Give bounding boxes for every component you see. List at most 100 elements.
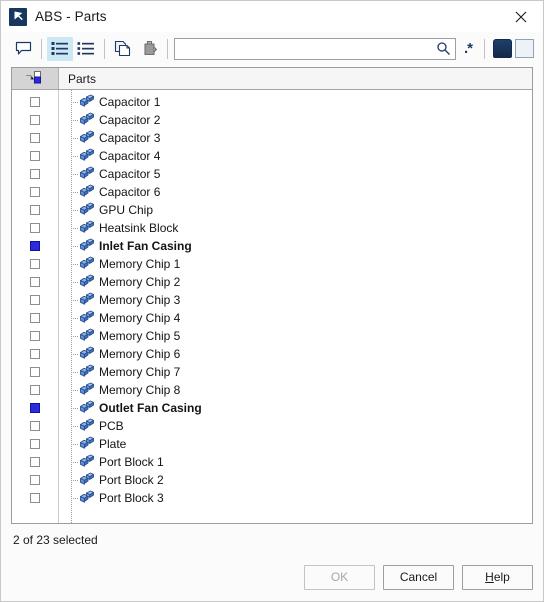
row-checkbox-cell[interactable]: [12, 435, 58, 453]
header-select-all-cell[interactable]: [12, 68, 59, 89]
row-checkbox-cell[interactable]: [12, 345, 58, 363]
row-checkbox-cell[interactable]: [12, 237, 58, 255]
tree-branch-icon: [65, 201, 79, 219]
toolbar-separator: [41, 38, 42, 59]
list-simple-icon[interactable]: [73, 37, 99, 61]
list-item-label: Capacitor 5: [99, 167, 161, 181]
list-item[interactable]: Port Block 2: [59, 471, 532, 489]
row-checkbox-cell[interactable]: [12, 327, 58, 345]
list-item[interactable]: Port Block 1: [59, 453, 532, 471]
tree-branch-icon: [65, 111, 79, 129]
checkbox-unchecked-icon[interactable]: [30, 493, 40, 503]
rows-column: Capacitor 1 Capacitor 2 Capacitor 3 Capacit…: [59, 90, 532, 523]
tree-branch-icon: [65, 147, 79, 165]
row-checkbox-cell[interactable]: [12, 255, 58, 273]
part-icon: [79, 274, 95, 290]
row-checkbox-cell[interactable]: [12, 489, 58, 507]
list-item[interactable]: Memory Chip 8: [59, 381, 532, 399]
checkbox-unchecked-icon[interactable]: [30, 277, 40, 287]
list-item[interactable]: GPU Chip: [59, 201, 532, 219]
selection-status: 2 of 23 selected: [13, 533, 98, 547]
help-button[interactable]: Help: [462, 564, 533, 590]
row-checkbox-cell[interactable]: [12, 363, 58, 381]
list-item[interactable]: Plate: [59, 435, 532, 453]
row-checkbox-cell[interactable]: [12, 471, 58, 489]
list-item[interactable]: PCB: [59, 417, 532, 435]
row-checkbox-cell[interactable]: [12, 147, 58, 165]
header-parts-column[interactable]: Parts: [59, 68, 532, 89]
deselect-all-swatch-button[interactable]: [515, 39, 534, 58]
cancel-button[interactable]: Cancel: [383, 564, 454, 590]
row-checkbox-cell[interactable]: [12, 219, 58, 237]
checkbox-unchecked-icon[interactable]: [30, 133, 40, 143]
list-item[interactable]: Capacitor 4: [59, 147, 532, 165]
checkbox-unchecked-icon[interactable]: [30, 313, 40, 323]
row-checkbox-cell[interactable]: [12, 417, 58, 435]
checkbox-unchecked-icon[interactable]: [30, 457, 40, 467]
search-input[interactable]: [175, 39, 455, 58]
copy-icon[interactable]: [110, 37, 136, 61]
row-checkbox-cell[interactable]: [12, 93, 58, 111]
checkbox-unchecked-icon[interactable]: [30, 151, 40, 161]
part-icon: [79, 364, 95, 380]
list-item[interactable]: Memory Chip 6: [59, 345, 532, 363]
row-checkbox-cell[interactable]: [12, 165, 58, 183]
search-field[interactable]: [174, 37, 456, 60]
list-item[interactable]: Port Block 3: [59, 489, 532, 507]
row-checkbox-cell[interactable]: [12, 201, 58, 219]
checkbox-unchecked-icon[interactable]: [30, 421, 40, 431]
list-item[interactable]: Inlet Fan Casing: [59, 237, 532, 255]
close-button[interactable]: [499, 1, 543, 32]
row-checkbox-cell[interactable]: [12, 309, 58, 327]
checkbox-unchecked-icon[interactable]: [30, 259, 40, 269]
checkbox-unchecked-icon[interactable]: [30, 439, 40, 449]
row-checkbox-cell[interactable]: [12, 381, 58, 399]
checkbox-unchecked-icon[interactable]: [30, 205, 40, 215]
checkbox-unchecked-icon[interactable]: [30, 349, 40, 359]
list-item[interactable]: Memory Chip 1: [59, 255, 532, 273]
tree-branch-icon: [65, 309, 79, 327]
list-item[interactable]: Capacitor 6: [59, 183, 532, 201]
checkbox-unchecked-icon[interactable]: [30, 295, 40, 305]
list-details-icon[interactable]: [47, 36, 73, 61]
checkbox-checked-icon[interactable]: [30, 241, 40, 251]
row-checkbox-cell[interactable]: [12, 183, 58, 201]
checkbox-checked-icon[interactable]: [30, 403, 40, 413]
list-item[interactable]: Heatsink Block: [59, 219, 532, 237]
list-item-label: Memory Chip 5: [99, 329, 181, 343]
ok-button[interactable]: OK: [304, 564, 375, 590]
list-item[interactable]: Memory Chip 4: [59, 309, 532, 327]
list-item[interactable]: Outlet Fan Casing: [59, 399, 532, 417]
part-icon: [79, 328, 95, 344]
list-item[interactable]: Capacitor 3: [59, 129, 532, 147]
checkbox-unchecked-icon[interactable]: [30, 223, 40, 233]
checkbox-unchecked-icon[interactable]: [30, 97, 40, 107]
row-checkbox-cell[interactable]: [12, 273, 58, 291]
checkbox-unchecked-icon[interactable]: [30, 475, 40, 485]
checkbox-unchecked-icon[interactable]: [30, 115, 40, 125]
row-checkbox-cell[interactable]: [12, 111, 58, 129]
row-checkbox-cell[interactable]: [12, 453, 58, 471]
paste-icon[interactable]: [136, 37, 162, 61]
annotation-balloon-icon[interactable]: [10, 37, 36, 61]
checkbox-unchecked-icon[interactable]: [30, 331, 40, 341]
checkbox-unchecked-icon[interactable]: [30, 367, 40, 377]
regex-toggle-button[interactable]: .*: [457, 38, 479, 60]
checkbox-unchecked-icon[interactable]: [30, 385, 40, 395]
list-item[interactable]: Capacitor 1: [59, 93, 532, 111]
list-item[interactable]: Capacitor 5: [59, 165, 532, 183]
list-item[interactable]: Memory Chip 2: [59, 273, 532, 291]
magnifier-icon[interactable]: [436, 41, 451, 56]
checkbox-unchecked-icon[interactable]: [30, 187, 40, 197]
row-checkbox-cell[interactable]: [12, 399, 58, 417]
tree-branch-icon: [65, 471, 79, 489]
select-all-swatch-button[interactable]: [493, 39, 512, 58]
row-checkbox-cell[interactable]: [12, 129, 58, 147]
checkbox-unchecked-icon[interactable]: [30, 169, 40, 179]
row-checkbox-cell[interactable]: [12, 291, 58, 309]
tree-branch-icon: [65, 183, 79, 201]
list-item[interactable]: Memory Chip 5: [59, 327, 532, 345]
list-item[interactable]: Capacitor 2: [59, 111, 532, 129]
list-item[interactable]: Memory Chip 7: [59, 363, 532, 381]
list-item[interactable]: Memory Chip 3: [59, 291, 532, 309]
